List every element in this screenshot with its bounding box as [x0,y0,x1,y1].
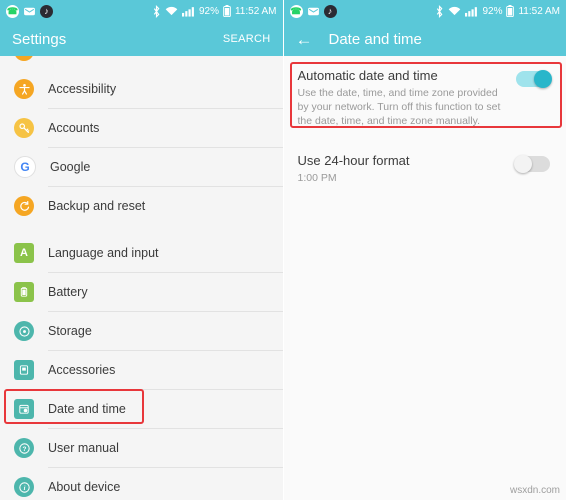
right-app-bar: ← Date and time [283,22,566,56]
list-partial-row [0,56,283,70]
battery-icon [223,5,231,17]
user-manual-icon: ? [14,438,34,458]
search-button[interactable]: SEARCH [223,33,271,45]
toggle-knob [514,154,532,173]
right-screen: ☎ ♪ 92% 11:52 AM ← Date and time Automat… [282,0,566,500]
backup-icon [14,196,34,216]
pref-use-24-hour-format[interactable]: Use 24-hour format 1:00 PM [284,141,566,197]
about-device-icon: i [14,477,34,497]
battery-settings-icon [14,282,34,302]
toggle-knob [534,70,552,88]
signal-icon [465,6,478,17]
language-icon: A [14,243,34,263]
storage-icon [14,321,34,341]
page-title: Date and time [328,30,422,48]
status-system-icons: 92% 11:52 AM [152,4,277,18]
pref-title: Automatic date and time [297,68,438,83]
message-icon [23,5,36,18]
group-separator [0,225,283,234]
wifi-icon [448,6,461,17]
left-screen: ☎ ♪ 92% 11:52 AM Settings SEARCH Accessi… [0,0,283,500]
settings-list[interactable]: Accessibility Accounts G Google Backup a… [0,56,283,500]
svg-text:i: i [23,485,25,492]
accessibility-icon [14,79,34,99]
status-clock: 11:52 AM [234,5,277,17]
sidebar-item-accounts[interactable]: Accounts [0,109,283,147]
sidebar-item-storage[interactable]: Storage [0,312,283,350]
pref-title: Use 24-hour format [297,152,410,168]
sidebar-item-date-and-time[interactable]: Date and time [0,390,283,428]
toggle-automatic-date-and-time[interactable] [516,70,552,88]
sidebar-item-label: Language and input [48,246,159,260]
page-title: Settings [12,30,67,48]
back-arrow-icon[interactable]: ← [296,31,313,48]
date-time-settings-body: Automatic date and time Use the date, ti… [283,56,566,500]
sidebar-item-label: Backup and reset [48,199,146,213]
sidebar-item-label: Storage [48,324,92,338]
bluetooth-icon [435,4,444,18]
bluetooth-icon [152,4,161,18]
sidebar-item-label: Date and time [48,402,126,416]
svg-text:?: ? [22,446,26,453]
right-status-bar: ☎ ♪ 92% 11:52 AM [283,0,566,22]
status-clock: 11:52 AM [518,5,560,17]
sidebar-item-label: Battery [48,285,88,299]
watermark: wsxdn.com [509,485,560,496]
battery-percent: 92% [482,5,503,17]
sidebar-item-google[interactable]: G Google [0,148,283,186]
status-notification-icons: ☎ ♪ [289,4,436,18]
sidebar-item-accessories[interactable]: Accessories [0,351,283,389]
status-system-icons: 92% 11:52 AM [435,4,560,18]
pref-text: Automatic date and time Use the date, ti… [298,68,517,129]
music-icon: ♪ [323,4,337,18]
sidebar-item-user-manual[interactable]: ? User manual [0,429,283,467]
battery-icon [506,5,515,17]
battery-percent: 92% [198,5,219,17]
sidebar-item-about-device[interactable]: i About device [0,468,283,500]
whatsapp-icon: ☎ [289,4,303,18]
message-icon [307,5,320,18]
screenshot-root: ☎ ♪ 92% 11:52 AM Settings SEARCH Accessi… [0,0,566,500]
signal-icon [181,6,195,17]
sidebar-item-label: Accessories [48,363,116,377]
sidebar-item-label: Accounts [48,121,100,135]
toggle-use-24-hour-format[interactable] [514,154,550,173]
music-icon: ♪ [40,4,53,18]
left-app-bar: Settings SEARCH [0,22,283,56]
pref-subtitle: Use the date, time, and time zone provid… [297,87,501,128]
sidebar-item-label: About device [48,480,121,494]
partial-icon [14,56,34,61]
sidebar-item-label: Accessibility [48,82,117,96]
left-status-bar: ☎ ♪ 92% 11:52 AM [0,0,283,22]
sidebar-item-label: User manual [48,441,119,455]
pref-text: Use 24-hour format 1:00 PM [298,153,517,185]
sidebar-item-battery[interactable]: Battery [0,273,283,311]
wifi-icon [165,6,178,17]
sidebar-item-accessibility[interactable]: Accessibility [0,70,283,108]
pref-automatic-date-and-time[interactable]: Automatic date and time Use the date, ti… [284,56,566,141]
sidebar-item-backup-and-reset[interactable]: Backup and reset [0,187,283,225]
accessories-icon [14,360,34,380]
whatsapp-icon: ☎ [6,4,19,18]
sidebar-item-language-and-input[interactable]: A Language and input [0,234,283,272]
google-icon: G [14,156,36,178]
status-notification-icons: ☎ ♪ [6,4,152,18]
pref-subtitle: 1:00 PM [297,171,337,184]
sidebar-item-label: Google [50,160,91,174]
date-time-icon [14,399,34,419]
key-icon [14,118,34,138]
